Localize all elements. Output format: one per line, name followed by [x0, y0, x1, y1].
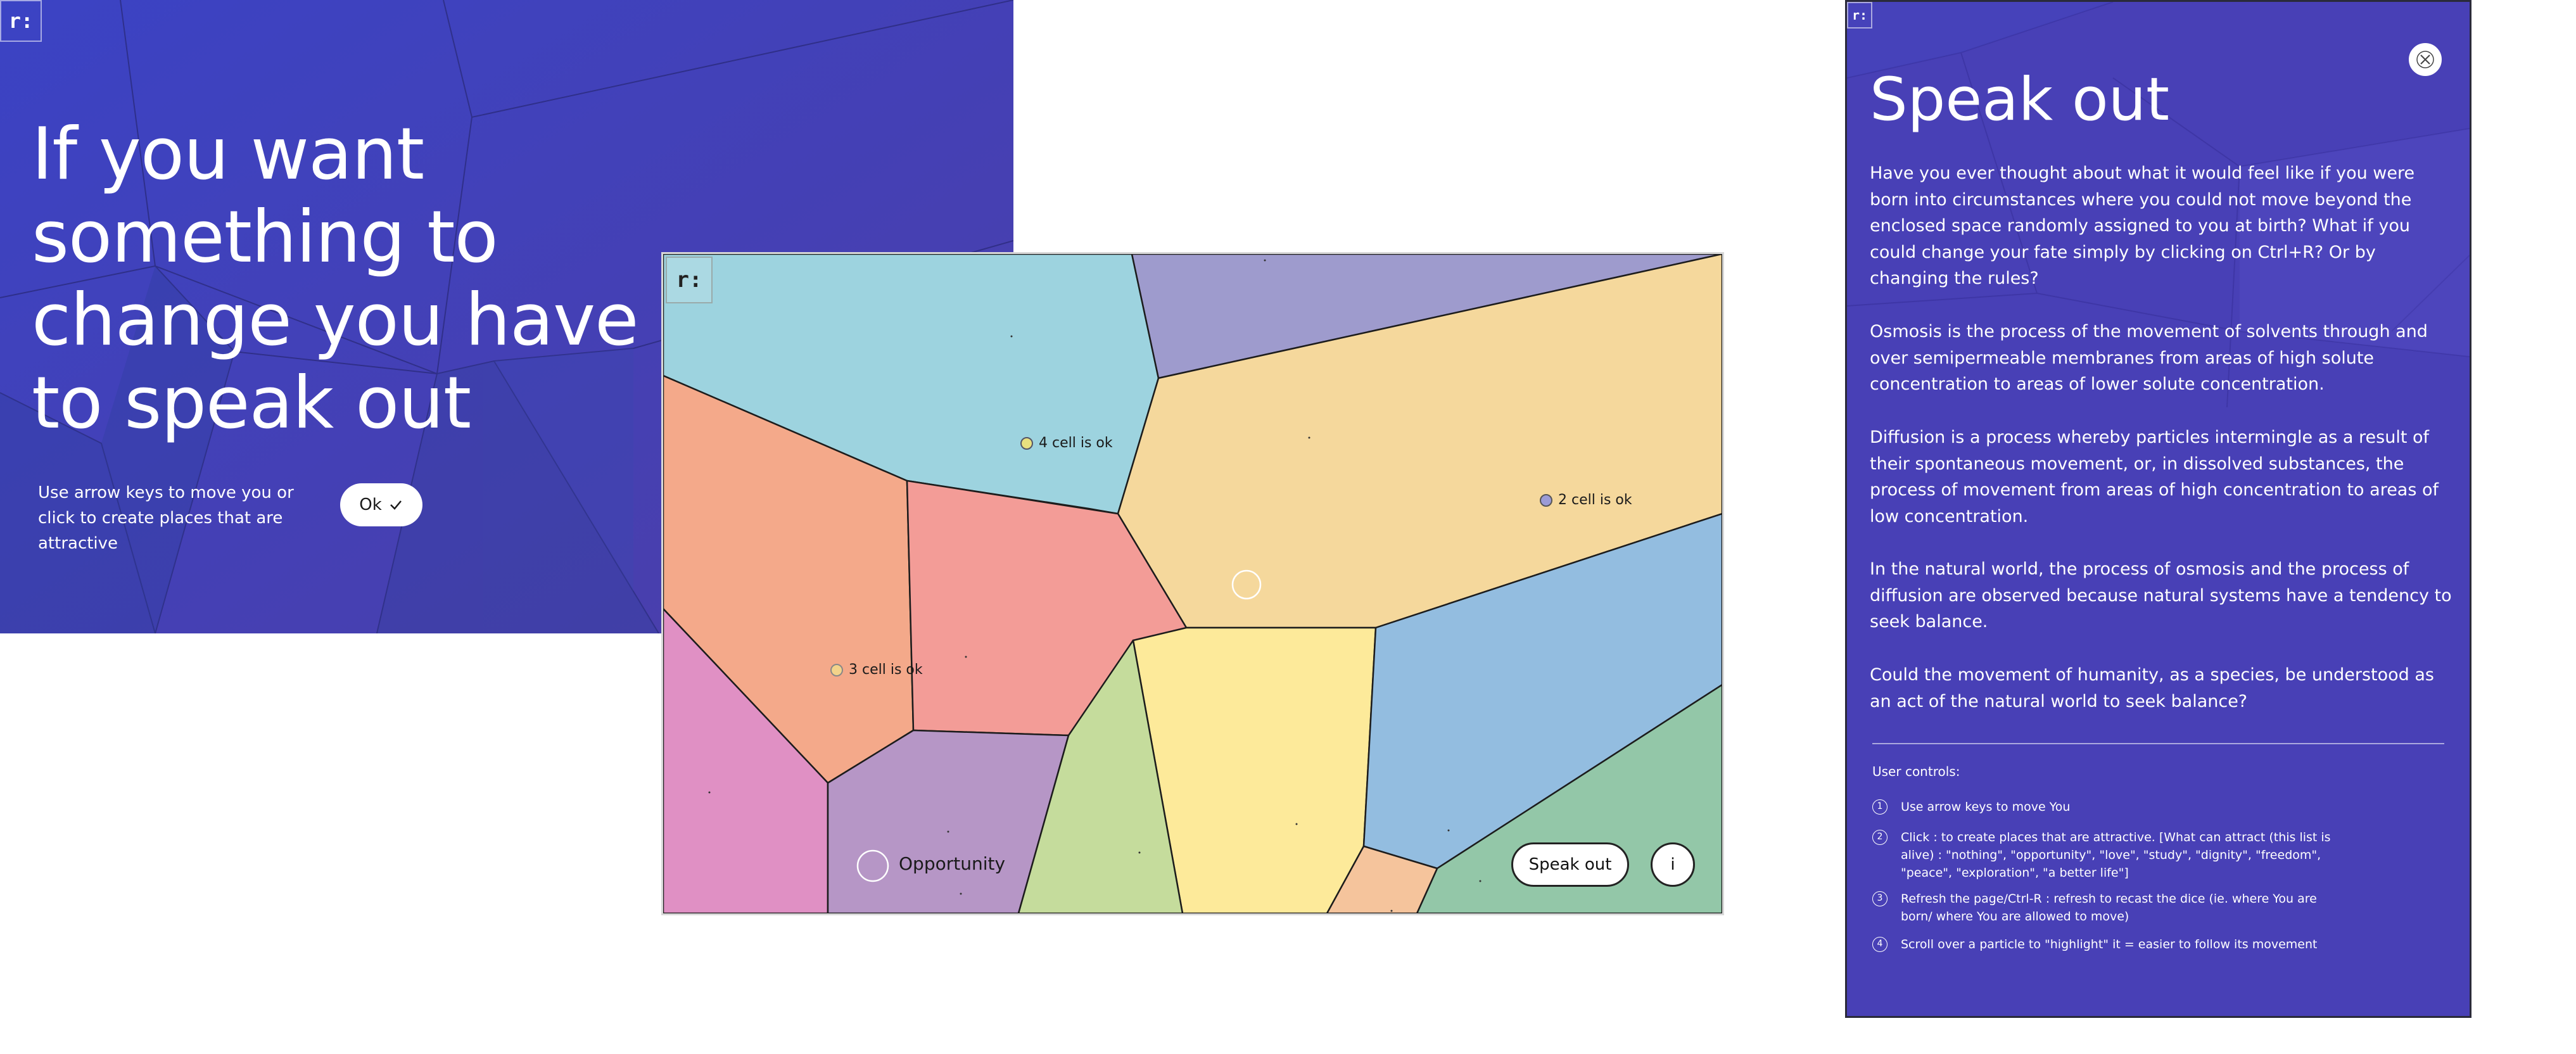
logo[interactable]: r:	[0, 0, 42, 42]
map-panel[interactable]: r: 4 cell is ok 2 cell is ok 3 cell is o…	[661, 252, 1724, 915]
info-panel: r: Speak out Have you ever thought about…	[1845, 0, 2471, 1018]
logo[interactable]: r:	[666, 257, 713, 303]
control-number: 1	[1872, 799, 1888, 815]
marker-dot	[1020, 437, 1033, 450]
info-paragraph: Could the movement of humanity, as a spe…	[1870, 665, 2434, 711]
control-text: Click : to create places that are attrac…	[1901, 830, 2331, 880]
control-number: 3	[1872, 891, 1888, 906]
info-button[interactable]: i	[1651, 842, 1695, 887]
control-text: Use arrow keys to move You	[1901, 800, 2071, 814]
intro-instruction: Use arrow keys to move you or click to c…	[38, 483, 294, 553]
info-paragraph: In the natural world, the process of osm…	[1870, 559, 2452, 632]
marker-label-3[interactable]: 3 cell is ok	[829, 662, 923, 678]
ok-label: Ok	[359, 495, 382, 514]
marker-dot	[830, 664, 843, 676]
info-paragraph: Diffusion is a process whereby particles…	[1870, 428, 2439, 526]
speak-out-button[interactable]: Speak out	[1511, 842, 1629, 887]
logo[interactable]: r:	[1847, 2, 1872, 29]
info-paragraph: Osmosis is the process of the movement o…	[1870, 322, 2428, 394]
check-icon	[390, 500, 402, 510]
marker-dot	[1540, 494, 1552, 507]
marker-label-4[interactable]: 4 cell is ok	[1019, 435, 1113, 451]
control-number: 4	[1872, 937, 1888, 952]
control-text: Scroll over a particle to "highlight" it…	[1901, 937, 2318, 951]
control-number: 2	[1872, 830, 1888, 845]
close-button[interactable]	[2409, 43, 2442, 76]
controls-heading: User controls:	[1872, 764, 1960, 779]
info-paragraph: Have you ever thought about what it woul…	[1870, 163, 2415, 288]
ok-button[interactable]: Ok	[340, 483, 422, 526]
opportunity-label: Opportunity	[899, 853, 1006, 874]
intro-heading: If you want something to change you have…	[32, 112, 639, 445]
close-icon	[2416, 51, 2434, 68]
divider	[1872, 743, 2444, 744]
control-text: Refresh the page/Ctrl-R : refresh to rec…	[1901, 892, 2317, 924]
marker-label-2[interactable]: 2 cell is ok	[1539, 492, 1632, 508]
voronoi-map[interactable]	[663, 254, 1722, 913]
info-title: Speak out	[1870, 65, 2170, 134]
